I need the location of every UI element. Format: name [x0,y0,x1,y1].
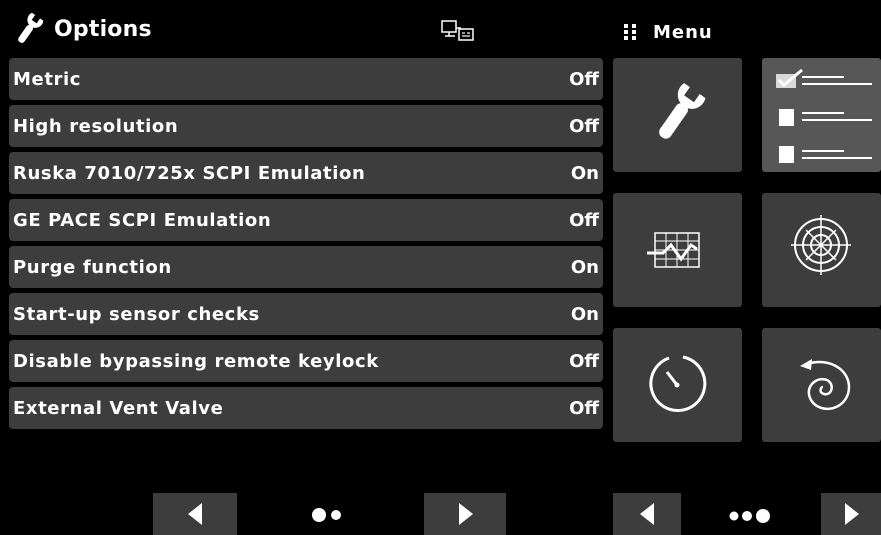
option-value: Off [569,69,599,90]
option-value: On [570,304,599,325]
option-label: High resolution [13,116,179,137]
option-label: Disable bypassing remote keylock [13,351,379,372]
options-next-button[interactable] [424,493,506,535]
menu-title: Menu [653,21,713,43]
menu-tile-spiral[interactable] [762,328,881,442]
option-ruska-scpi-emulation[interactable]: Ruska 7010/725x SCPI Emulation On [9,152,603,194]
options-list: Metric Off High resolution Off Ruska 701… [9,58,603,434]
option-label: GE PACE SCPI Emulation [13,210,272,231]
wrench-icon [659,83,706,139]
arrow-left-icon [188,503,202,525]
arrow-right-icon [845,503,859,525]
menu-tile-timer[interactable] [613,328,742,442]
grid-dots-icon [624,24,636,40]
option-value: On [570,257,599,278]
checklist-icon [776,68,872,163]
menu-tile-setup[interactable] [613,58,742,172]
option-startup-sensor-checks[interactable]: Start-up sensor checks On [9,293,603,335]
option-value: Off [569,398,599,419]
remote-connection-icon [441,20,474,41]
option-label: External Vent Valve [13,398,224,419]
option-metric[interactable]: Metric Off [9,58,603,100]
menu-page-indicator [729,509,770,523]
option-ge-pace-scpi-emulation[interactable]: GE PACE SCPI Emulation Off [9,199,603,241]
menu-tile-trend[interactable] [613,193,742,307]
menu-header: Menu [623,14,713,50]
option-label: Purge function [13,257,172,278]
options-page-indicator [312,508,341,522]
option-value: On [570,163,599,184]
options-header: Options [8,8,152,50]
option-label: Ruska 7010/725x SCPI Emulation [13,163,366,184]
option-purge-function[interactable]: Purge function On [9,246,603,288]
arrow-left-icon [640,503,654,525]
menu-tile-target[interactable] [762,193,881,307]
option-label: Metric [13,69,82,90]
wrench-icon [18,12,44,43]
menu-prev-button[interactable] [613,493,681,535]
menu-next-button[interactable] [821,493,881,535]
spiral-icon [800,359,851,410]
option-value: Off [569,116,599,137]
menu-tile-options[interactable] [762,58,881,172]
trend-chart-icon [647,232,700,268]
options-prev-button[interactable] [153,493,237,535]
option-high-resolution[interactable]: High resolution Off [9,105,603,147]
option-value: Off [569,210,599,231]
option-external-vent-valve[interactable]: External Vent Valve Off [9,387,603,429]
option-label: Start-up sensor checks [13,304,260,325]
arrow-right-icon [459,503,473,525]
option-value: Off [569,351,599,372]
option-disable-bypassing-remote-keylock[interactable]: Disable bypassing remote keylock Off [9,340,603,382]
page-title: Options [54,16,152,42]
timer-icon [649,355,707,412]
target-icon [791,215,851,275]
